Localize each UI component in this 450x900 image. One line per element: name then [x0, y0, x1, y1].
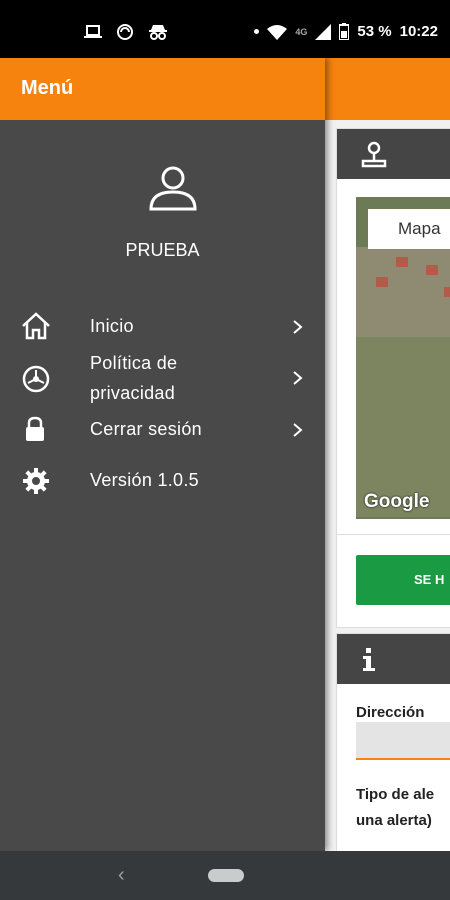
battery-icon: [339, 23, 350, 40]
back-icon[interactable]: ‹: [118, 864, 125, 887]
battery-percent: 53 %: [357, 23, 392, 40]
info-card: Dirección Tipo de ale una alerta): [336, 633, 450, 851]
home-icon: [22, 312, 50, 340]
address-input[interactable]: [356, 722, 450, 760]
policy-icon: [22, 365, 50, 393]
map-roof: [426, 265, 438, 275]
map-roof: [376, 277, 388, 287]
info-icon: [363, 648, 375, 671]
home-pill-icon[interactable]: [208, 869, 244, 882]
menu-item-label: Inicio: [90, 316, 134, 336]
location-pin-icon: [361, 141, 387, 168]
laptop-icon: [84, 25, 102, 38]
report-button[interactable]: SE H: [356, 555, 450, 605]
google-logo: Google: [364, 491, 430, 512]
map-view[interactable]: Mapa Google: [356, 197, 450, 519]
gear-icon: [23, 468, 49, 494]
username: PRUEBA: [125, 240, 200, 260]
signal-icon: [315, 23, 332, 40]
map-roof: [396, 257, 408, 267]
clock: 10:22: [399, 23, 438, 40]
drawer-header: Menú: [0, 58, 325, 120]
menu-item-inicio[interactable]: Inicio: [0, 311, 325, 341]
menu-item-label-line1: Política de: [90, 353, 178, 373]
map-field-area: [356, 337, 450, 517]
incognito-icon: [149, 25, 167, 40]
map-type-control[interactable]: Mapa: [368, 209, 450, 249]
menu-item-politica-privacidad[interactable]: Política de privacidad: [0, 348, 325, 408]
app-toolbar: [325, 58, 450, 120]
screen-sync-icon: [117, 24, 133, 40]
chevron-right-icon: [293, 320, 303, 334]
lock-icon: [26, 416, 44, 441]
alert-type-label-line1: Tipo de ale: [356, 786, 435, 803]
chevron-right-icon: [293, 423, 303, 437]
menu-item-version: Versión 1.0.5: [0, 465, 325, 495]
system-navigation-bar: ‹: [0, 851, 450, 900]
network-type: 4G: [295, 26, 308, 37]
drawer-title: Menú: [21, 77, 74, 99]
alert-type-label-line2: una alerta): [356, 812, 432, 829]
status-left-icons: [84, 23, 168, 41]
location-card: Mapa Google SE H: [336, 128, 450, 628]
wifi-icon: [267, 24, 288, 40]
navigation-drawer: Menú PRUEBA Inicio Política de privacida…: [0, 58, 325, 851]
menu-item-label: Cerrar sesión: [90, 419, 202, 439]
map-roof: [444, 287, 450, 297]
status-right-icons: 4G 53 % 10:22: [254, 23, 438, 40]
user-avatar-icon: [149, 166, 197, 211]
chevron-right-icon: [293, 371, 303, 385]
dot-icon: [254, 29, 260, 34]
info-card-header: [337, 634, 450, 684]
menu-item-cerrar-sesion[interactable]: Cerrar sesión: [0, 414, 325, 444]
alert-type-label: Tipo de ale una alerta): [356, 782, 450, 834]
card-divider: [337, 534, 450, 535]
menu-item-label-line2: privacidad: [90, 383, 176, 403]
location-card-header: [337, 129, 450, 179]
address-label: Dirección: [356, 704, 425, 721]
status-bar: 4G 53 % 10:22: [0, 0, 450, 58]
background-app: Mapa Google SE H Dirección Tipo de ale u…: [325, 58, 450, 851]
menu-item-label: Versión 1.0.5: [90, 470, 199, 490]
menu-item-label: Política de privacidad: [90, 348, 177, 408]
